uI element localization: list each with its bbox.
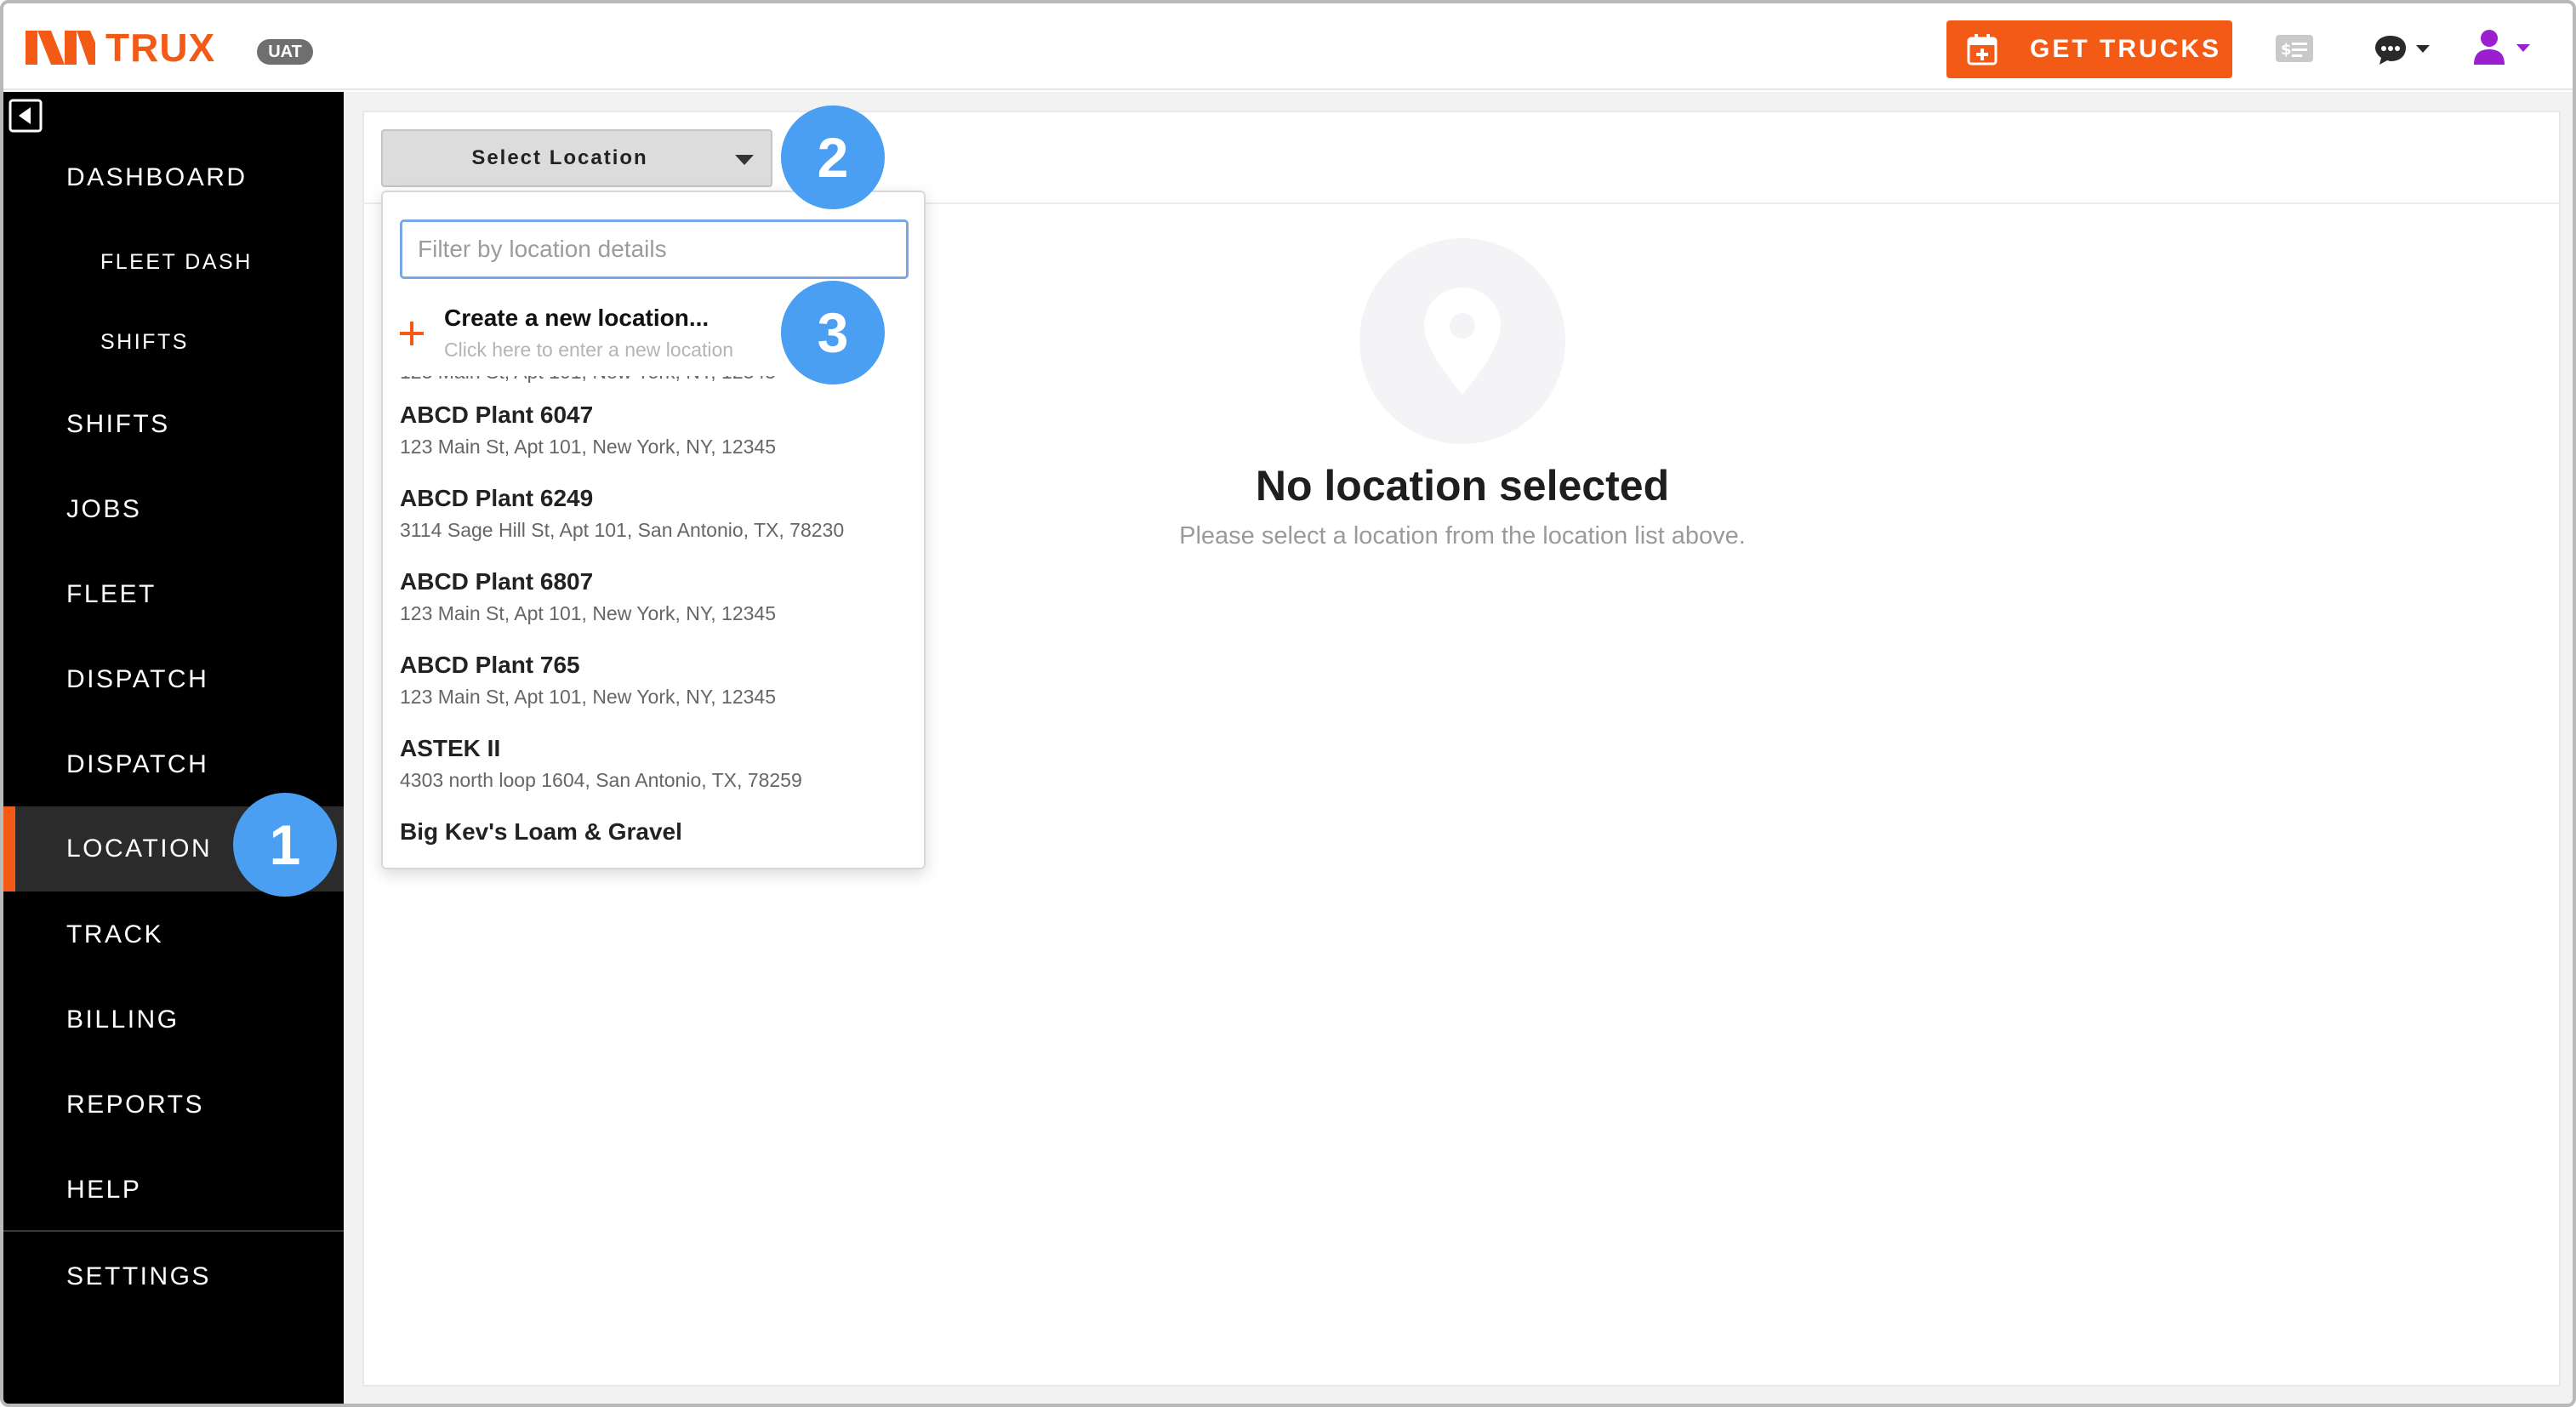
sidebar: DASHBOARD FLEET DASH SHIFTS SHIFTS JOBS …: [3, 92, 344, 1404]
location-item[interactable]: ABCD Plant 6047 123 Main St, Apt 101, Ne…: [400, 402, 910, 459]
location-name: Big Kev's Loam & Gravel: [400, 818, 682, 845]
sidebar-item-shifts[interactable]: SHIFTS: [3, 410, 344, 439]
select-location-dropdown[interactable]: Select Location: [381, 129, 772, 187]
chat-icon[interactable]: [2375, 32, 2436, 66]
sidebar-item-settings[interactable]: SETTINGS: [3, 1262, 344, 1291]
callout-badge-2: 2: [781, 105, 885, 209]
sidebar-item-dashboard[interactable]: DASHBOARD: [3, 163, 344, 192]
caret-down-icon: [735, 155, 754, 165]
empty-state: No location selected Please select a loc…: [1109, 238, 1815, 550]
location-address: 123 Main St, Apt 101, New York, NY, 1234…: [400, 686, 776, 708]
location-item[interactable]: ABCD Plant 765 123 Main St, Apt 101, New…: [400, 652, 910, 709]
brand-name: TRUX: [105, 26, 216, 70]
location-address: 4303 north loop 1604, San Antonio, TX, 7…: [400, 769, 802, 791]
create-location-title: Create a new location...: [444, 305, 710, 331]
svg-text:$: $: [2281, 41, 2292, 59]
sidebar-divider: [3, 1230, 344, 1232]
location-name: ABCD Plant 6047: [400, 402, 594, 428]
callout-badge-3: 3: [781, 281, 885, 385]
collapse-sidebar-icon[interactable]: [9, 99, 43, 133]
sidebar-item-reports[interactable]: REPORTS: [3, 1091, 344, 1119]
location-name: ABCD Plant 765: [400, 652, 580, 678]
location-name: ASTEK II: [400, 735, 501, 761]
location-item[interactable]: Big Kev's Loam & Gravel: [400, 818, 910, 852]
billing-icon[interactable]: $: [2275, 34, 2314, 63]
sidebar-item-jobs[interactable]: JOBS: [3, 495, 344, 524]
empty-state-subtitle: Please select a location from the locati…: [1179, 522, 1746, 550]
select-location-label: Select Location: [471, 146, 648, 169]
location-item[interactable]: ASTEK II 4303 north loop 1604, San Anton…: [400, 735, 910, 792]
sidebar-item-dispatch[interactable]: DISPATCH: [3, 665, 344, 694]
location-filter-input[interactable]: [400, 219, 909, 279]
sidebar-item-fleet-dash[interactable]: FLEET DASH: [3, 250, 344, 275]
location-address: 123 Main St, Apt 101, New York, NY, 1234…: [400, 602, 776, 624]
sidebar-item-fleet[interactable]: FLEET: [3, 580, 344, 609]
calendar-plus-icon: [1967, 34, 1998, 66]
location-item[interactable]: ABCD Plant 6807 123 Main St, Apt 101, Ne…: [400, 568, 910, 625]
sidebar-item-dispatch-2[interactable]: DISPATCH: [3, 750, 344, 779]
location-address: 123 Main St, Apt 101, New York, NY, 1234…: [400, 436, 776, 458]
trux-logo-icon: [26, 31, 95, 65]
callout-badge-1: 1: [233, 793, 337, 897]
location-name: ABCD Plant 6249: [400, 485, 594, 511]
location-item[interactable]: ABCD Plant 6249 3114 Sage Hill St, Apt 1…: [400, 485, 910, 542]
get-trucks-label: GET TRUCKS: [2030, 35, 2221, 63]
sidebar-item-shifts-sub[interactable]: SHIFTS: [3, 330, 344, 355]
top-header: TRUX UAT GET TRUCKS $: [3, 3, 2573, 90]
brand-logo[interactable]: TRUX: [26, 26, 216, 70]
sidebar-item-help[interactable]: HELP: [3, 1176, 344, 1205]
map-pin-icon: [1424, 288, 1501, 395]
location-name: ABCD Plant 6807: [400, 568, 594, 595]
plus-icon: [400, 322, 424, 345]
env-badge: UAT: [257, 39, 313, 65]
sidebar-item-track[interactable]: TRACK: [3, 920, 344, 949]
get-trucks-button[interactable]: GET TRUCKS: [1946, 20, 2232, 78]
user-icon[interactable]: [2474, 29, 2537, 66]
app-window: TRUX UAT GET TRUCKS $ DASHBOARD FLEET DA…: [0, 0, 2576, 1407]
location-address: 3114 Sage Hill St, Apt 101, San Antonio,…: [400, 519, 845, 541]
empty-state-title: No location selected: [1255, 462, 1670, 510]
empty-state-circle: [1359, 238, 1565, 444]
create-location-subtitle: Click here to enter a new location: [444, 339, 734, 361]
sidebar-item-billing[interactable]: BILLING: [3, 1005, 344, 1034]
